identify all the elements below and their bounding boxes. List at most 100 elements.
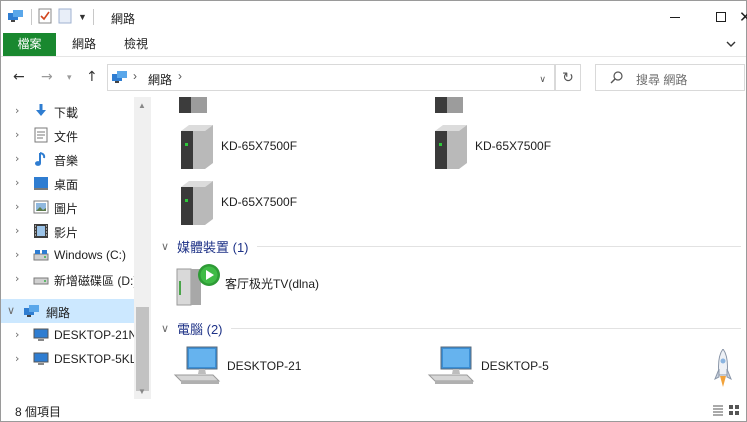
breadcrumb-separator-icon[interactable]: › bbox=[133, 69, 137, 83]
back-arrow-icon[interactable]: ← bbox=[13, 69, 25, 85]
media-server-icon bbox=[435, 125, 467, 169]
breadcrumb-network[interactable]: 網路 bbox=[148, 71, 172, 88]
expand-chevron-icon[interactable]: › bbox=[15, 128, 19, 141]
address-history-chevron-icon[interactable]: ∨ bbox=[539, 74, 546, 85]
media-player-icon bbox=[176, 264, 220, 306]
refresh-button[interactable]: ↻ bbox=[555, 64, 581, 91]
network-location-icon bbox=[111, 69, 129, 88]
expand-chevron-icon[interactable]: › bbox=[15, 328, 19, 341]
minimize-button[interactable] bbox=[652, 1, 698, 33]
device-label: KD-65X7500F bbox=[221, 195, 298, 209]
media-server-icon bbox=[179, 97, 207, 113]
expand-chevron-icon[interactable]: › bbox=[15, 248, 19, 261]
close-button[interactable]: ✕ bbox=[739, 8, 747, 26]
nav-item-desktop-5kl[interactable]: › DESKTOP-5KL bbox=[1, 347, 136, 371]
close-icon: ✕ bbox=[739, 8, 747, 26]
tab-file[interactable]: 檔案 bbox=[3, 33, 56, 56]
group-divider bbox=[230, 327, 741, 329]
nav-item-label: 文件 bbox=[54, 130, 79, 144]
status-bar: 8 個項目 bbox=[1, 399, 746, 421]
expand-chevron-icon[interactable]: › bbox=[15, 272, 19, 285]
video-icon bbox=[33, 223, 49, 239]
content-pane: KD-65X7500F KD-65X7500F KD-65X7500F ∨ 媒體… bbox=[153, 97, 743, 399]
explorer-window: ▼ 網路 ✕ 檔案 網路 檢視 ← → ▾ ↑ › 網路 › ∨ ↻ 搜尋 網路… bbox=[0, 0, 747, 422]
search-input[interactable]: 搜尋 網路 bbox=[636, 71, 687, 88]
address-bar[interactable]: › 網路 › ∨ bbox=[107, 64, 555, 91]
collapse-group-chevron-icon[interactable]: ∨ bbox=[161, 322, 175, 335]
nav-item-downloads[interactable]: › 下載 bbox=[1, 99, 134, 123]
nav-item-label: 圖片 bbox=[54, 202, 79, 216]
nav-item-desktop-21n[interactable]: › DESKTOP-21N bbox=[1, 323, 137, 347]
expand-chevron-icon[interactable]: › bbox=[15, 200, 19, 213]
rocket-icon bbox=[713, 348, 733, 396]
recent-locations-chevron-icon[interactable]: ▾ bbox=[67, 73, 72, 83]
device-label: KD-65X7500F bbox=[221, 139, 298, 153]
refresh-icon: ↻ bbox=[562, 69, 574, 85]
music-icon bbox=[33, 151, 49, 167]
ribbon: 檔案 網路 檢視 bbox=[1, 33, 746, 57]
divider bbox=[31, 9, 32, 25]
properties-icon[interactable] bbox=[38, 8, 52, 27]
device-item[interactable]: KD-65X7500F bbox=[175, 125, 395, 173]
nav-item-documents[interactable]: › 文件 bbox=[1, 123, 134, 147]
pictures-icon bbox=[33, 199, 49, 215]
search-box[interactable]: 搜尋 網路 bbox=[595, 64, 745, 91]
group-header-computers[interactable]: ∨ 電腦 (2) bbox=[161, 318, 741, 338]
tab-view[interactable]: 檢視 bbox=[111, 33, 161, 56]
nav-item-label: Windows (C:) bbox=[54, 248, 127, 262]
divider bbox=[92, 9, 94, 25]
nav-item-pictures[interactable]: › 圖片 bbox=[1, 195, 134, 219]
device-label: KD-65X7500F bbox=[475, 139, 552, 153]
media-server-icon bbox=[181, 181, 213, 225]
new-folder-icon[interactable] bbox=[58, 8, 72, 27]
maximize-button[interactable] bbox=[698, 1, 744, 33]
media-server-icon bbox=[435, 97, 463, 113]
expand-chevron-icon[interactable]: › bbox=[15, 152, 19, 165]
large-icons-view-icon[interactable] bbox=[728, 404, 740, 419]
nav-item-desktop[interactable]: › 桌面 bbox=[1, 171, 134, 195]
network-icon bbox=[23, 303, 39, 319]
nav-item-network[interactable]: ∨ 網路 bbox=[1, 299, 134, 323]
computer-icon bbox=[33, 351, 49, 367]
search-icon bbox=[610, 70, 624, 87]
item-count: 8 個項目 bbox=[15, 405, 62, 419]
navigation-bar: ← → ▾ ↑ › 網路 › ∨ ↻ 搜尋 網路 bbox=[1, 61, 746, 95]
group-title: 電腦 (2) bbox=[177, 321, 223, 337]
tab-network[interactable]: 網路 bbox=[59, 33, 109, 56]
collapse-group-chevron-icon[interactable]: ∨ bbox=[161, 240, 175, 253]
computer-item[interactable]: DESKTOP-21 bbox=[173, 345, 393, 393]
expand-chevron-icon[interactable]: › bbox=[15, 352, 19, 365]
media-device-item[interactable]: 客厅极光TV(dlna) bbox=[175, 261, 395, 309]
nav-item-drive-c[interactable]: › Windows (C:) bbox=[1, 243, 134, 267]
minimize-icon bbox=[670, 16, 680, 18]
up-arrow-icon[interactable]: ↑ bbox=[86, 69, 98, 85]
forward-arrow-icon[interactable]: → bbox=[41, 69, 53, 85]
computer-icon bbox=[33, 327, 49, 343]
device-item-partial[interactable] bbox=[431, 97, 481, 127]
device-item[interactable]: KD-65X7500F bbox=[429, 125, 649, 173]
expand-ribbon-icon[interactable] bbox=[724, 37, 738, 54]
scroll-up-icon[interactable]: ▲ bbox=[138, 101, 146, 110]
computer-label: DESKTOP-21 bbox=[227, 359, 302, 373]
device-item[interactable]: KD-65X7500F bbox=[175, 181, 395, 229]
nav-item-videos[interactable]: › 影片 bbox=[1, 219, 134, 243]
nav-item-label: 桌面 bbox=[54, 178, 79, 192]
device-item-partial[interactable] bbox=[175, 97, 225, 127]
details-view-icon[interactable] bbox=[712, 404, 724, 419]
nav-item-drive-d[interactable]: › 新增磁碟區 (D:) bbox=[1, 267, 137, 291]
customize-qat-dropdown-icon[interactable]: ▼ bbox=[78, 12, 87, 22]
drive-d-icon bbox=[33, 271, 49, 287]
expand-chevron-icon[interactable]: › bbox=[15, 104, 19, 117]
breadcrumb-separator-icon[interactable]: › bbox=[178, 69, 182, 83]
expand-chevron-icon[interactable]: › bbox=[15, 224, 19, 237]
nav-item-music[interactable]: › 音樂 bbox=[1, 147, 134, 171]
expand-chevron-icon[interactable]: › bbox=[15, 176, 19, 189]
navigation-scrollbar[interactable]: ▲ ▼ bbox=[134, 97, 151, 399]
collapse-chevron-icon[interactable]: ∨ bbox=[7, 304, 15, 317]
nav-item-label: 網路 bbox=[46, 306, 71, 320]
scrollbar-thumb[interactable] bbox=[136, 307, 149, 391]
computer-item[interactable]: DESKTOP-5 bbox=[427, 345, 647, 393]
network-app-icon bbox=[7, 8, 25, 27]
group-header-media-devices[interactable]: ∨ 媒體裝置 (1) bbox=[161, 236, 741, 256]
scroll-down-icon[interactable]: ▼ bbox=[138, 387, 146, 396]
